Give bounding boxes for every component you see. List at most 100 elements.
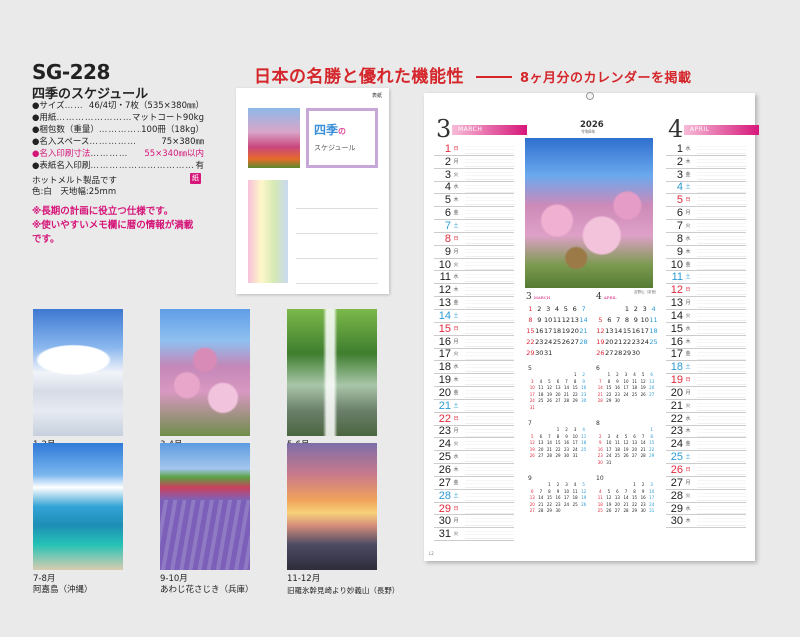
weekday-label: 土 <box>685 454 691 461</box>
cover-title: 四季の <box>314 121 346 138</box>
mini-blank <box>596 304 605 315</box>
day-number: 8 <box>676 232 683 245</box>
headline: 日本の名勝と優れた機能性 8ヶ月分のカレンダーを掲載 <box>254 62 692 87</box>
month-header: 3 MARCH <box>434 115 527 143</box>
day-number: 25 <box>438 451 451 464</box>
mini-day: 6 <box>572 305 577 313</box>
small-day: 26 <box>623 453 629 458</box>
mini-month-number: 3 <box>526 292 532 302</box>
memo-space <box>465 245 514 258</box>
hanging-hole <box>586 92 594 100</box>
memo-space <box>697 412 746 425</box>
mini-day: 7 <box>616 316 621 324</box>
day-row: 24 火 <box>434 438 514 452</box>
memo-space <box>697 194 746 207</box>
day-number: 1 <box>444 142 451 155</box>
mini-day: 16 <box>631 327 640 335</box>
day-number: 30 <box>438 515 451 528</box>
day-number: 19 <box>438 374 451 387</box>
day-row: 25 水 <box>434 451 514 465</box>
spec-list: ●サイズ……46/4切・7枚（535×380㎜）●用紙……………………………マッ… <box>32 100 204 173</box>
day-number: 17 <box>438 348 451 361</box>
month-name: APRIL <box>690 126 710 133</box>
day-number: 28 <box>670 489 683 502</box>
month-number: 3 <box>436 115 452 143</box>
weekday-label: 水 <box>685 415 691 422</box>
mini-day: 9 <box>633 316 638 324</box>
weekday-label: 木 <box>453 467 459 474</box>
day-list: 1 水 2 木 3 金 4 土 5 日 6 月 7 火 8 水 9 木 10 金 11 土 12 日 13 月 14 火 15 水 16 木 1… <box>666 143 746 529</box>
mini-month-name: MARCH <box>533 295 551 300</box>
weekday-label: 日 <box>685 287 691 294</box>
day-row: 14 土 <box>434 310 514 323</box>
small-day: 27 <box>538 453 544 458</box>
day-row: 12 日 <box>666 284 746 298</box>
day-number: 15 <box>438 322 451 335</box>
small-calendar-grid: 1 2 3 4 5 6 7 8 9 10 11 12 13 14 15 16 17 18 19 20 21 22 23 24 2… <box>528 427 588 460</box>
small-day: 31 <box>572 453 578 458</box>
small-day: 26 <box>529 453 535 458</box>
small-calendar: 8 1 2 3 4 5 6 7 8 9 10 11 12 13 14 15 16 17 18 19 20 21 22 23 24… <box>596 420 656 466</box>
spec-label: ●梱包数（重量） <box>32 125 99 136</box>
cover-thumbnail: 表紙 四季の スケジュール <box>236 88 389 294</box>
spec-value: 75×380㎜ <box>161 137 204 148</box>
spec-dots: …… <box>64 101 84 111</box>
weekday-label: 火 <box>453 531 459 538</box>
mini-day: 4 <box>651 305 656 313</box>
day-number: 14 <box>670 309 683 322</box>
day-number: 16 <box>670 335 683 348</box>
weekday-label: 火 <box>685 312 691 319</box>
product-code: SG-228 <box>32 60 110 84</box>
day-number: 19 <box>670 374 683 387</box>
month-number: 4 <box>668 115 684 143</box>
weekday-label: 土 <box>453 402 459 409</box>
mini-day: 30 <box>631 349 640 357</box>
memo-space <box>465 425 514 438</box>
day-number: 6 <box>444 207 451 220</box>
spec-value: 46/4切・7枚（535×380㎜） <box>88 101 204 111</box>
day-row: 8水 <box>666 233 746 246</box>
small-day: 25 <box>614 453 620 458</box>
spec-dots: ………… <box>90 149 129 160</box>
mini-day: 6 <box>607 316 612 324</box>
memo-space <box>465 374 514 387</box>
weekday-label: 土 <box>685 274 691 281</box>
weekday-label: 金 <box>453 300 459 307</box>
weekday-label: 木 <box>453 377 459 384</box>
day-number: 8 <box>444 232 451 245</box>
cover-title-main: 四季 <box>314 123 339 137</box>
small-day: 28 <box>623 508 629 513</box>
mini-day: 29 <box>622 349 632 357</box>
mini-day: 2 <box>633 305 638 313</box>
day-row: 24 金 <box>666 438 746 452</box>
mini-day: 3 <box>546 305 551 313</box>
day-number: 18 <box>670 361 683 374</box>
cover-title-frame <box>306 108 378 168</box>
day-row: 9木 <box>666 246 746 259</box>
small-day: 26 <box>546 398 552 403</box>
day-row: 27 月 <box>666 477 746 490</box>
small-calendar-month: 10 <box>596 475 604 482</box>
calendar-photo <box>525 138 653 288</box>
day-number: 27 <box>438 476 451 489</box>
memo-space <box>697 451 746 464</box>
memo-space <box>465 476 514 489</box>
small-day: 25 <box>597 508 603 513</box>
memo-space <box>697 181 746 194</box>
day-row: 12 木 <box>434 284 514 298</box>
small-day: 28 <box>597 398 603 403</box>
mini-day: 2 <box>537 305 542 313</box>
day-row: 18 土 <box>666 361 746 375</box>
spec-value: マットコート90kg <box>131 113 204 124</box>
weekday-label: 金 <box>685 171 691 178</box>
spec-label: ●名入印刷寸法 <box>32 149 91 160</box>
day-row: 2月 <box>434 156 514 169</box>
memo-space <box>697 515 746 528</box>
day-number: 23 <box>670 425 683 438</box>
mini-month-name: APRIL <box>603 295 617 300</box>
memo-space <box>697 438 746 451</box>
weekday-label: 月 <box>453 338 459 345</box>
day-row: 6月 <box>666 207 746 221</box>
weekday-label: 月 <box>453 518 459 525</box>
weekday-label: 木 <box>685 428 691 435</box>
